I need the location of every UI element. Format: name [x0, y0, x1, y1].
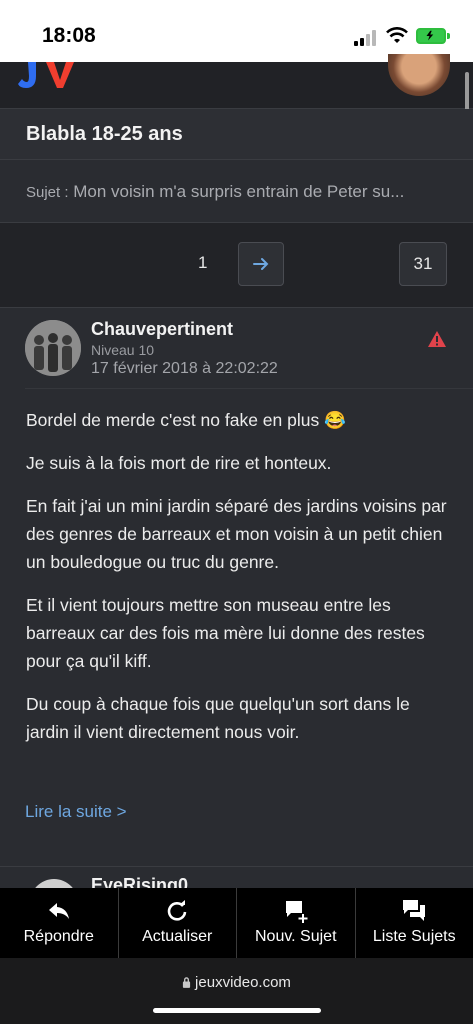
- next-forum-post: EyeRising0: [0, 869, 473, 889]
- battery-icon: [416, 28, 446, 44]
- refresh-label: Actualiser: [142, 928, 213, 945]
- current-page: 1: [198, 253, 208, 272]
- subject-title-text: Mon voisin m'a surpris entrain de Peter …: [73, 182, 405, 201]
- battery-tip: [447, 33, 450, 39]
- status-bar: 18:08: [0, 0, 473, 62]
- post-paragraph: En fait j'ai un mini jardin séparé des j…: [26, 496, 447, 572]
- post-divider: [25, 388, 473, 389]
- address-bar[interactable]: jeuxvideo.com: [0, 974, 473, 991]
- forum-title[interactable]: Blabla 18-25 ans: [26, 123, 183, 146]
- refresh-button[interactable]: Actualiser: [119, 888, 237, 958]
- reply-button[interactable]: Répondre: [0, 888, 119, 958]
- subject-prefix: Sujet :: [26, 184, 69, 201]
- arrow-right-icon: [253, 258, 269, 270]
- post-bottom-divider: [0, 866, 473, 867]
- next-post-author[interactable]: EyeRising0: [91, 875, 188, 889]
- reply-icon: [48, 903, 69, 919]
- post-body: Bordel de merde c'est no fake en plus 😂 …: [26, 406, 456, 761]
- read-more-link[interactable]: Lire la suite >: [25, 802, 127, 822]
- pagination: 1 31: [0, 223, 473, 308]
- last-page-button[interactable]: 31: [399, 242, 447, 286]
- jv-logo[interactable]: [18, 62, 80, 90]
- url-text: jeuxvideo.com: [195, 974, 291, 991]
- user-avatar[interactable]: [388, 54, 450, 96]
- post-author-level: Niveau 10: [91, 342, 155, 358]
- report-warning-icon[interactable]: [427, 330, 447, 348]
- post-paragraph: Bordel de merde c'est no fake en plus 😂: [26, 410, 346, 430]
- new-topic-label: Nouv. Sujet: [254, 928, 337, 945]
- subject-bar: Sujet : Mon voisin m'a surpris entrain d…: [0, 160, 473, 223]
- lock-icon: [182, 977, 191, 988]
- wifi-icon: [386, 27, 408, 43]
- topic-list-button[interactable]: Liste Sujets: [356, 888, 473, 958]
- topic-list-icon: [403, 900, 426, 921]
- reply-label: Répondre: [23, 928, 94, 945]
- forum-post: Chauvepertinent Niveau 10 17 février 201…: [0, 308, 473, 868]
- post-author-avatar[interactable]: [25, 320, 81, 376]
- refresh-icon: [168, 900, 187, 921]
- subject-title: Sujet : Mon voisin m'a surpris entrain d…: [26, 182, 451, 202]
- next-page-button[interactable]: [238, 242, 284, 286]
- post-author[interactable]: Chauvepertinent: [91, 319, 233, 340]
- silhouettes-icon: [25, 320, 81, 376]
- status-time: 18:08: [42, 24, 96, 47]
- home-indicator[interactable]: [153, 1008, 321, 1013]
- app-header: [0, 54, 473, 109]
- new-topic-button[interactable]: Nouv. Sujet: [237, 888, 356, 958]
- topic-list-label: Liste Sujets: [372, 928, 456, 945]
- bottom-action-bar: Répondre Actualiser Nouv. Sujet Liste Su…: [0, 888, 473, 958]
- post-paragraph: Et il vient toujours mettre son museau e…: [26, 595, 425, 671]
- signal-icon: [354, 30, 378, 46]
- browser-bar: jeuxvideo.com: [0, 958, 473, 1024]
- post-date[interactable]: 17 février 2018 à 22:02:22: [91, 360, 278, 378]
- new-topic-icon: [285, 901, 308, 923]
- post-paragraph: Du coup à chaque fois que quelqu'un sort…: [26, 694, 410, 742]
- post-paragraph: Je suis à la fois mort de rire et honteu…: [26, 453, 332, 473]
- forum-title-bar: Blabla 18-25 ans: [0, 109, 473, 160]
